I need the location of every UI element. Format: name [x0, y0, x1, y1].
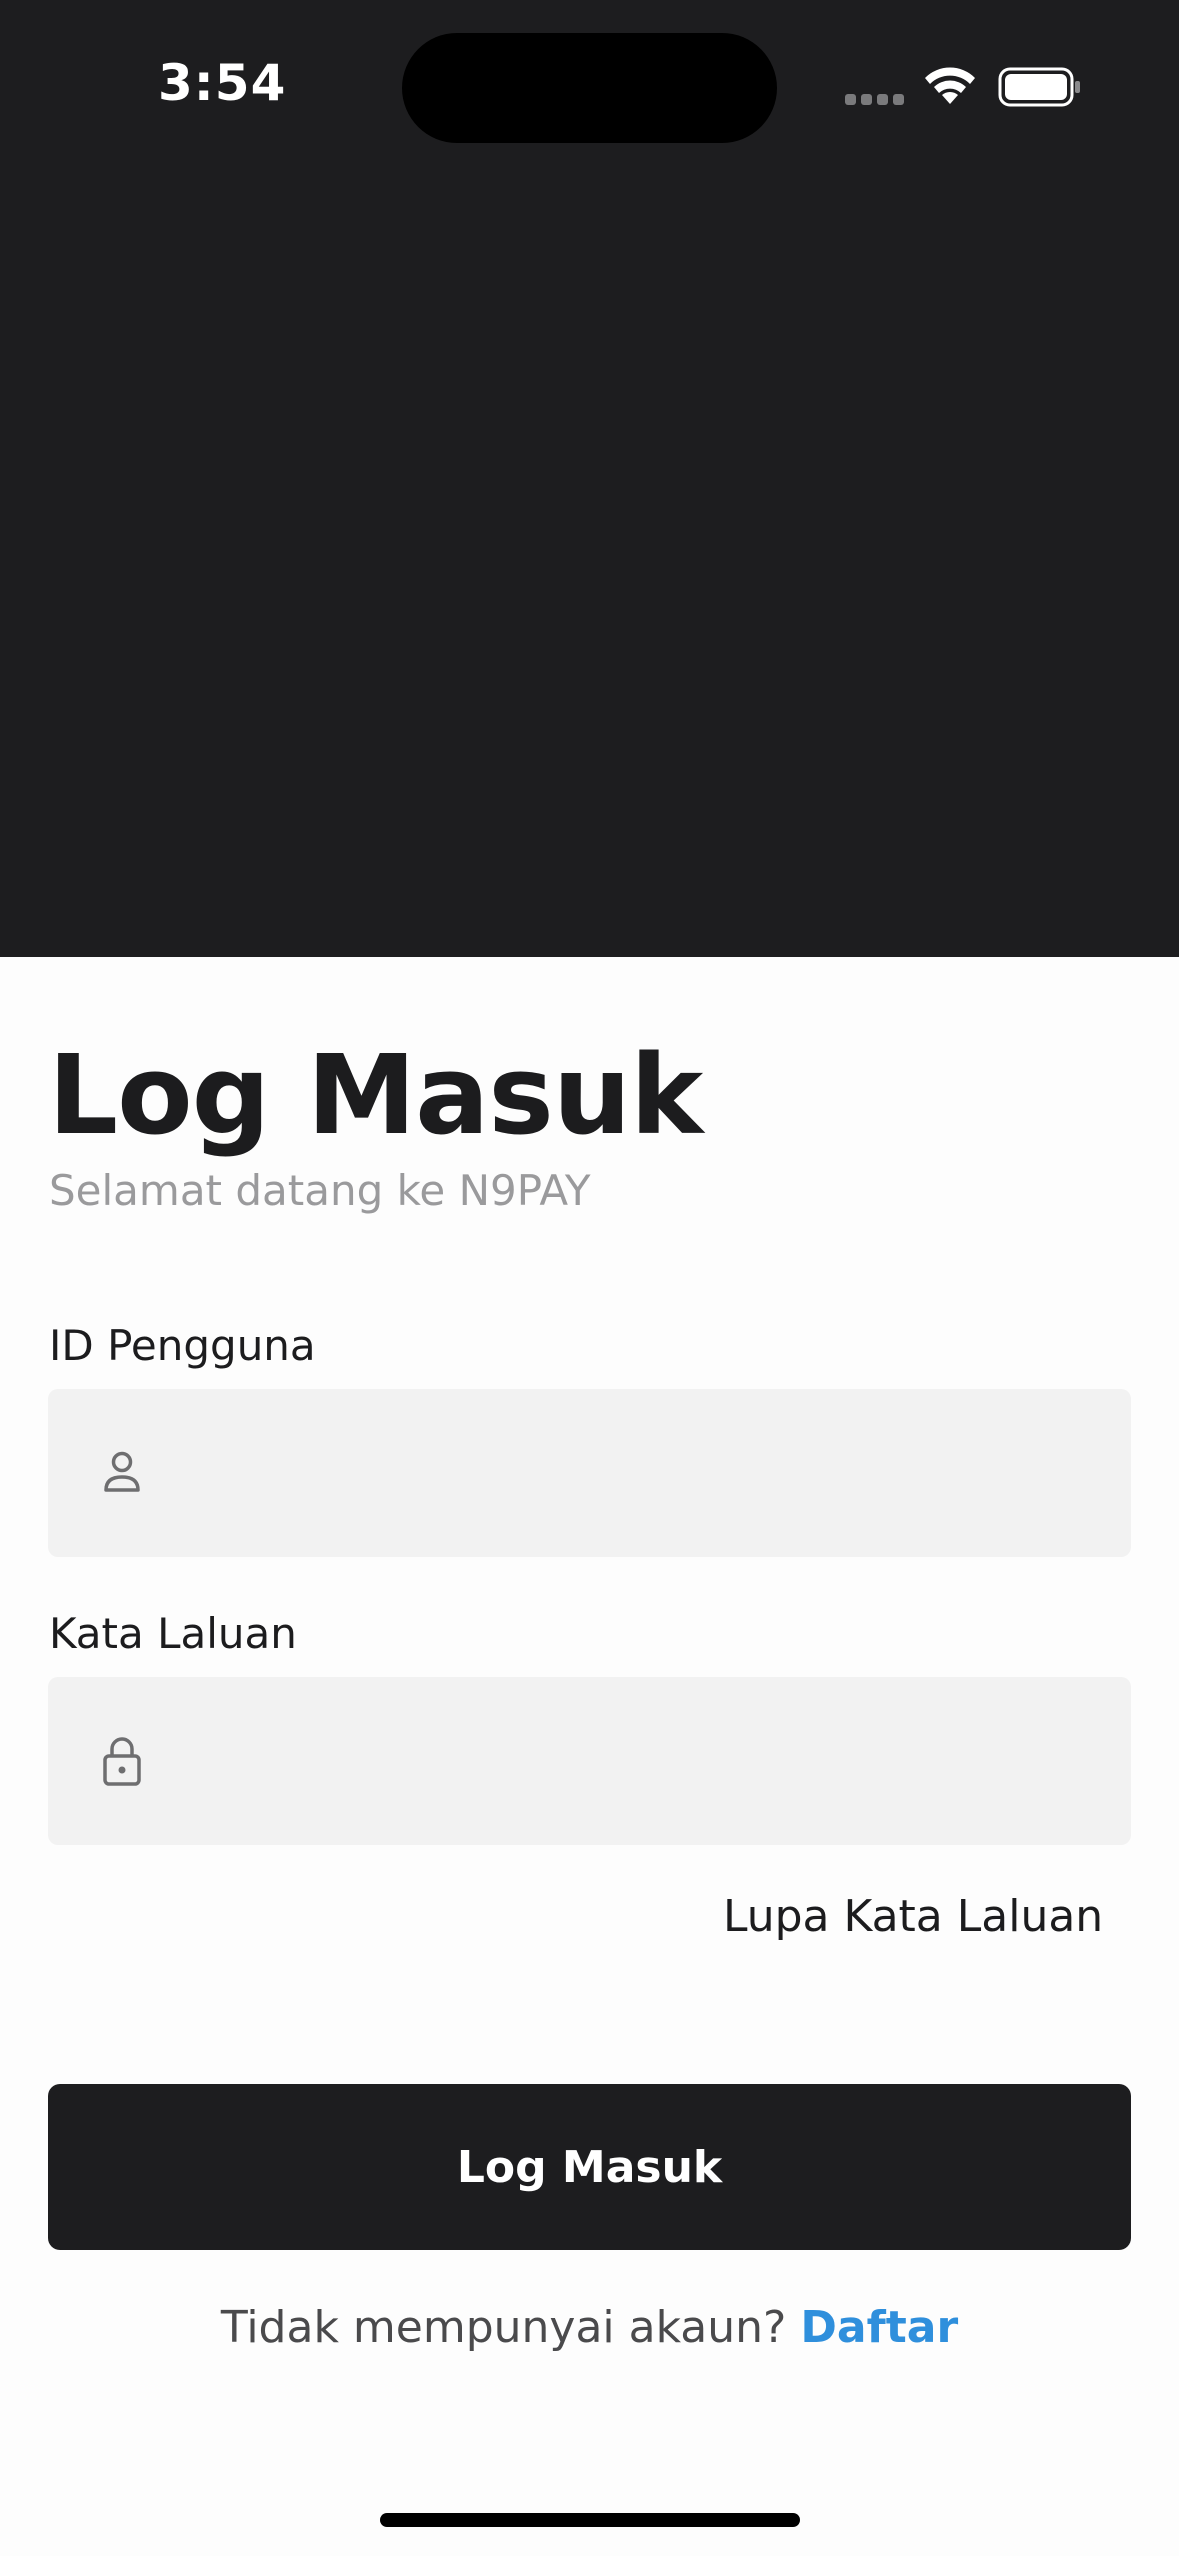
- login-screen: 3:54 Log Masuk Selamat datang ke N9PAY I…: [0, 0, 1179, 2556]
- user-id-label: ID Pengguna: [49, 1321, 316, 1370]
- lock-icon: [103, 1737, 141, 1786]
- password-field[interactable]: [48, 1677, 1131, 1845]
- wifi-icon: [925, 67, 975, 104]
- password-label: Kata Laluan: [49, 1609, 297, 1658]
- person-icon: [104, 1451, 140, 1492]
- user-id-field[interactable]: [48, 1389, 1131, 1557]
- home-indicator[interactable]: [380, 2513, 800, 2527]
- battery-icon: [998, 67, 1080, 107]
- signup-prompt: Tidak mempunyai akaun? Daftar: [0, 2298, 1179, 2358]
- login-button[interactable]: Log Masuk: [48, 2084, 1131, 2250]
- user-id-input[interactable]: [178, 1429, 1082, 1519]
- welcome-subtitle: Selamat datang ke N9PAY: [49, 1166, 591, 1215]
- status-time: 3:54: [158, 54, 287, 112]
- page-title: Log Masuk: [48, 1031, 703, 1159]
- header-banner: 3:54: [0, 0, 1179, 957]
- cellular-signal-icon: [845, 94, 905, 106]
- forgot-password-link[interactable]: Lupa Kata Laluan: [723, 1888, 1103, 1946]
- no-account-text: Tidak mempunyai akaun?: [220, 2302, 787, 2353]
- signup-link[interactable]: Daftar: [800, 2302, 958, 2353]
- password-input[interactable]: [178, 1717, 1082, 1807]
- dynamic-island: [402, 33, 777, 143]
